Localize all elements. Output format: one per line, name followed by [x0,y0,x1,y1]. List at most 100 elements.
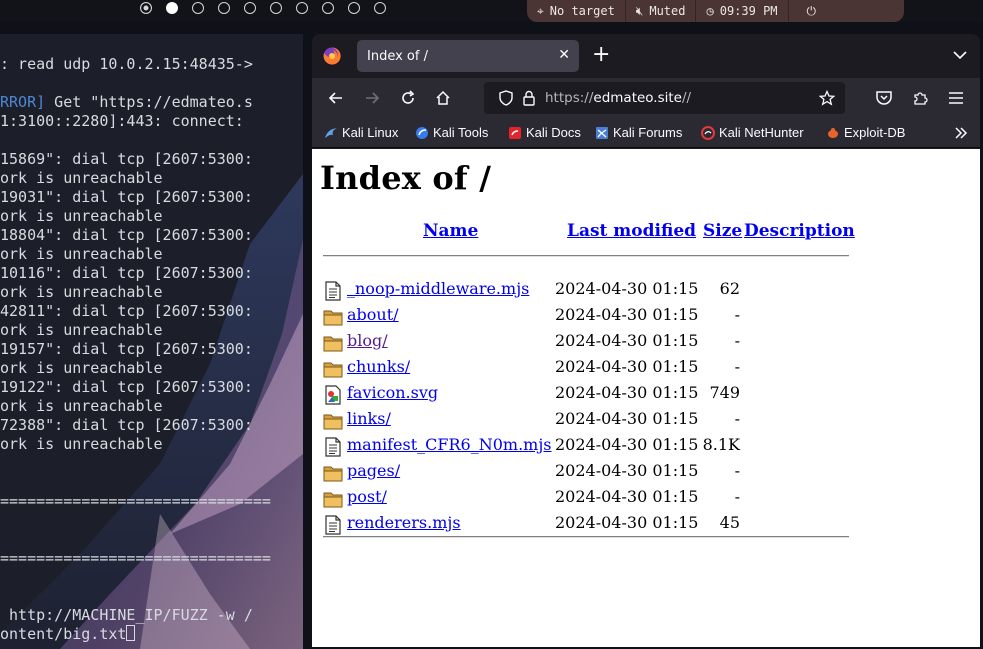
last-modified-cell: 2024-04-30 01:15 [555,409,699,428]
divider [323,255,849,257]
file-link[interactable]: blog/ [347,331,388,350]
kali-dragon-icon [325,127,337,138]
table-row: _noop-middleware.mjs 2024-04-30 01:15 62 [312,277,980,303]
size-cell: - [734,409,740,428]
forward-arrow-icon[interactable] [362,88,382,108]
file-link[interactable]: _noop-middleware.mjs [347,279,529,298]
file-link[interactable]: chunks/ [347,357,410,376]
workspace-dot-1[interactable] [140,2,152,14]
terminal-text: ork is unreachable [0,169,163,187]
terminal-line: 1:3100::2280]:443: connect: [0,112,271,131]
workspace-dot-9[interactable] [348,2,360,14]
tab-index-of[interactable]: Index of / ✕ [357,40,579,72]
terminal-text: 72388": dial tcp [2607:5300: [0,416,253,434]
close-icon[interactable]: ✕ [558,47,570,63]
terminal-text: : read udp 10.0.2.15:48435-> [0,55,253,73]
terminal-text: ork is unreachable [0,283,163,301]
workspace-dot-10[interactable] [374,2,386,14]
lock-icon[interactable] [522,90,536,106]
terminal-text: http://MACHINE_IP/FUZZ -w / [0,606,253,624]
terminal-line: http://MACHINE_IP/FUZZ -w / [0,606,271,625]
last-modified-cell: 2024-04-30 01:15 [555,331,699,350]
workspace-dot-4[interactable] [218,2,230,14]
table-row: post/2024-04-30 01:15 - [312,485,980,511]
bookmark-kali-forums[interactable]: Kali Forums [595,125,682,140]
volume-indicator[interactable]: 🔇︎ Muted [626,0,696,22]
terminal-line: ============================== [0,549,271,568]
bookmark-label: Kali Linux [342,125,399,140]
status-pill: ⌖ No target 🔇︎ Muted ◷ 09:39 PM ⏻ [527,0,904,22]
workspace-dot-6[interactable] [270,2,282,14]
file-link[interactable]: pages/ [347,461,400,480]
bookmark-kali-nethunter[interactable]: Kali NetHunter [701,125,804,140]
chevron-double-right-icon[interactable] [954,126,968,140]
kali-forums-icon [596,126,608,139]
target-indicator[interactable]: ⌖ No target [527,0,625,22]
terminal-line: ork is unreachable [0,283,271,302]
file-link[interactable]: links/ [347,409,391,428]
bookmark-label: Kali NetHunter [719,125,804,140]
workspace-dot-8[interactable] [322,2,334,14]
bookmark-star-icon[interactable] [819,90,835,106]
folder-icon [323,489,343,509]
hamburger-menu-icon[interactable] [946,88,966,108]
column-header-last-modified[interactable]: Last modified [567,221,696,241]
exploit-db-bug-icon [828,127,838,138]
terminal-window[interactable]: : read udp 10.0.2.15:48435-> RROR] Get "h… [0,34,303,649]
workspace-dot-7[interactable] [296,2,308,14]
last-modified-cell: 2024-04-30 01:15 [555,461,699,480]
bookmark-kali-tools[interactable]: Kali Tools [415,125,488,140]
target-label: No target [549,4,615,18]
size-cell: 8.1K [702,435,740,454]
power-button[interactable]: ⏻ [789,0,833,22]
firefox-icon[interactable] [323,47,341,65]
last-modified-cell: 2024-04-30 01:15 [555,513,699,532]
bookmark-label: Kali Tools [433,125,489,140]
terminal-line: 72388": dial tcp [2607:5300: [0,416,271,435]
column-header-name[interactable]: Name [423,221,478,241]
bookmark-kali-linux[interactable]: Kali Linux [324,125,398,140]
page-title: Index of / [320,159,492,197]
size-cell: - [734,487,740,506]
chevron-down-icon[interactable] [952,47,968,63]
terminal-line: ork is unreachable [0,359,271,378]
new-tab-plus-icon[interactable]: + [592,44,610,66]
file-link[interactable]: post/ [347,487,387,506]
file-icon [323,437,343,457]
url-text[interactable]: https://edmateo.site// [545,90,691,106]
terminal-text: ork is unreachable [0,207,163,225]
workspace-dot-3[interactable] [192,2,204,14]
terminal-line: RROR] Get "https://edmateo.s [0,93,271,112]
file-link[interactable]: renderers.mjs [347,513,461,532]
clock[interactable]: ◷ 09:39 PM [696,0,787,22]
workspace-dot-2[interactable] [166,2,178,14]
terminal-text: 15869": dial tcp [2607:5300: [0,150,253,168]
image-file-icon [323,385,343,405]
back-arrow-icon[interactable] [326,88,346,108]
terminal-output: : read udp 10.0.2.15:48435-> RROR] Get "h… [0,55,271,644]
bookmark-kali-docs[interactable]: Kali Docs [508,125,581,140]
file-link[interactable]: manifest_CFR6_N0m.mjs [347,435,552,454]
reload-icon[interactable] [398,88,418,108]
terminal-line: ork is unreachable [0,169,271,188]
column-header-size[interactable]: Size [703,221,742,241]
home-icon[interactable] [433,88,453,108]
terminal-line: ============================== [0,492,271,511]
page-content: Index of / Name Last modified Size Descr… [312,149,980,647]
bookmark-exploit-db[interactable]: Exploit-DB [826,125,905,140]
shield-icon[interactable] [498,90,514,106]
pocket-icon[interactable] [874,88,894,108]
address-bar[interactable]: https://edmateo.site// [484,82,845,114]
terminal-text: ============================== [0,549,271,567]
extensions-puzzle-icon[interactable] [910,88,930,108]
table-row: pages/2024-04-30 01:15 - [312,459,980,485]
kali-tools-icon [416,126,428,139]
file-link[interactable]: about/ [347,305,399,324]
size-cell: 45 [719,513,740,532]
file-link[interactable]: favicon.svg [347,383,438,402]
workspace-dot-5[interactable] [244,2,256,14]
column-header-description[interactable]: Description [744,221,855,241]
